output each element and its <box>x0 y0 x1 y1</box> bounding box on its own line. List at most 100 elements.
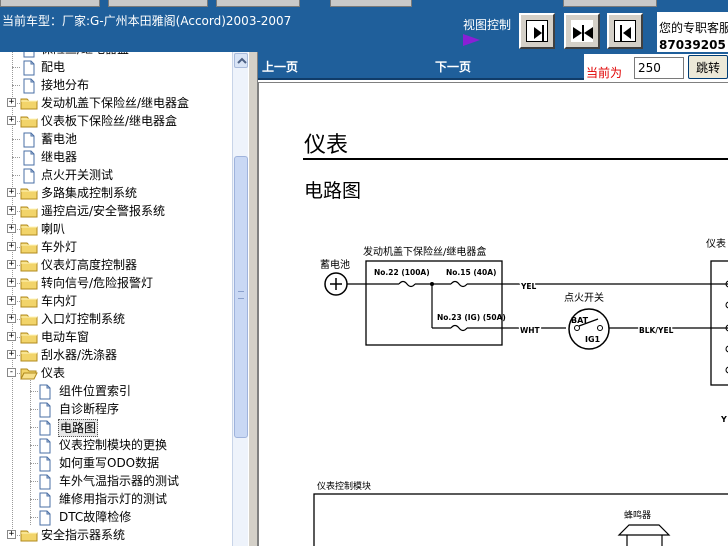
tree-item-label: 点火开关测试 <box>41 168 114 182</box>
expand-icon[interactable]: + <box>7 296 16 305</box>
document-view: 仪表 电路图 蓄电池 发动机盖下保险丝/继电器盒 No.22 (100A) No… <box>258 82 728 546</box>
ig1-terminal-label: IG1 <box>585 335 601 344</box>
tree-item-label: 继电器 <box>41 150 78 164</box>
pane-divider[interactable] <box>248 52 258 546</box>
tree-document-item[interactable]: 自诊断程序 <box>0 400 232 418</box>
tree-item-label: 仪表控制模块的更换 <box>59 438 168 452</box>
jump-button[interactable]: 跳转 <box>688 55 728 79</box>
expand-icon[interactable]: + <box>7 224 16 233</box>
current-page-label: 当前为 <box>586 66 623 80</box>
expand-icon[interactable]: + <box>7 314 16 323</box>
tree-guide-line <box>12 85 20 86</box>
fuse-box-label: 发动机盖下保险丝/继电器盒 <box>363 245 486 258</box>
split-view-button[interactable] <box>564 13 600 49</box>
scroll-thumb[interactable] <box>234 156 248 438</box>
tree-item-label: 车内灯 <box>41 294 78 308</box>
tree-folder-item[interactable]: + 发动机盖下保险丝/继电器盒 <box>0 94 232 112</box>
toolbar-tab-3[interactable] <box>216 0 300 7</box>
tree-folder-item[interactable]: + 喇叭 <box>0 220 232 238</box>
tree-document-item[interactable]: 維修用指示灯的测试 <box>0 490 232 508</box>
buzzer-label: 蜂鸣器 <box>624 509 651 521</box>
expand-icon[interactable]: + <box>7 350 16 359</box>
tree-document-item[interactable]: 点火开关测试 <box>0 166 232 184</box>
fuse-icon <box>450 280 468 288</box>
collapse-icon[interactable]: - <box>7 368 16 377</box>
tree-document-item[interactable]: 接地分布 <box>0 76 232 94</box>
scroll-up-button[interactable] <box>234 53 248 68</box>
toolbar-tab-1[interactable] <box>0 0 100 7</box>
tree-item-label: 遥控启远/安全警报系统 <box>41 204 166 218</box>
tree-item-label: 維修用指示灯的测试 <box>59 492 168 506</box>
toolbar-tab-4[interactable] <box>330 0 412 7</box>
tree-guide-line <box>12 139 20 140</box>
tree-folder-item[interactable]: + 电动车窗 <box>0 328 232 346</box>
collapse-right-button[interactable] <box>607 13 643 49</box>
expand-icon[interactable]: + <box>7 530 16 539</box>
tree-document-item[interactable]: 组件位置索引 <box>0 382 232 400</box>
tree-document-item[interactable]: 配电 <box>0 58 232 76</box>
arrow-right-icon <box>534 25 544 41</box>
tree-folder-item[interactable]: + 安全指示器系统 <box>0 526 232 544</box>
expand-icon[interactable]: + <box>7 188 16 197</box>
tree-folder-item[interactable]: + 刮水器/洗涤器 <box>0 346 232 364</box>
prev-page-link[interactable]: 上一页 <box>262 58 298 75</box>
expand-icon[interactable]: + <box>7 278 16 287</box>
arrow-left-icon <box>620 25 631 41</box>
tree-guide-line <box>30 463 38 464</box>
page-navbar: 上一页 下一页 当前为 跳转 <box>258 52 728 80</box>
expand-icon[interactable]: + <box>7 332 16 341</box>
tree-guide-line <box>12 67 20 68</box>
tree-item-label: 保险丝/继电器盒 <box>40 52 130 57</box>
collapse-left-button[interactable] <box>519 13 555 49</box>
tree-guide-line <box>30 481 38 482</box>
partial-label: Y <box>720 415 727 424</box>
wire-color-label: WHT <box>520 326 541 335</box>
expand-icon[interactable]: + <box>7 206 16 215</box>
expand-icon[interactable]: + <box>7 98 16 107</box>
tree-item-label: DTC故障检修 <box>59 510 132 524</box>
arrow-right-icon <box>463 34 480 46</box>
expand-icon[interactable]: + <box>7 242 16 251</box>
folder-icon <box>20 240 38 257</box>
tree-item-label: 安全指示器系统 <box>41 528 126 542</box>
tree-folder-item[interactable]: + 车外灯 <box>0 238 232 256</box>
instrument-box <box>710 260 728 386</box>
tree-folder-item[interactable]: + 遥控启远/安全警报系统 <box>0 202 232 220</box>
tree-document-item[interactable]: 电路图 <box>0 418 232 437</box>
tree-folder-item[interactable]: + 转向信号/危险报警灯 <box>0 274 232 292</box>
tree-document-item[interactable]: 车外气温指示器的测试 <box>0 472 232 490</box>
tree-folder-item[interactable]: - 仪表 <box>0 364 232 382</box>
tree-folder-item[interactable]: + 入口灯控制系统 <box>0 310 232 328</box>
next-page-link[interactable]: 下一页 <box>435 58 471 75</box>
tree-item-label: 蓄电池 <box>41 132 78 146</box>
tree-document-item[interactable]: 仪表控制模块的更换 <box>0 436 232 454</box>
ignition-switch-label: 点火开关 <box>564 291 604 304</box>
tree-folder-item[interactable]: + 仪表灯高度控制器 <box>0 256 232 274</box>
tree-scrollbar[interactable] <box>232 52 248 546</box>
tree-document-item[interactable]: 继电器 <box>0 148 232 166</box>
tree-document-item[interactable]: DTC故障检修 <box>0 508 232 526</box>
toolbar-tab-2[interactable] <box>108 0 208 7</box>
toolbar-tab-5[interactable] <box>563 0 657 7</box>
tree-folder-item[interactable]: + 车内灯 <box>0 292 232 310</box>
fuse-label: No.22 (100A) <box>374 268 430 277</box>
tree-item-label: 仪表 <box>41 366 66 380</box>
fuse-icon <box>450 324 468 332</box>
tree-item-label: 自诊断程序 <box>59 402 120 416</box>
contact-phone: 87039205 <box>659 38 726 52</box>
tree-item-label: 刮水器/洗涤器 <box>41 348 118 362</box>
tree-folder-item[interactable]: + 仪表板下保险丝/继电器盒 <box>0 112 232 130</box>
tree-document-item[interactable]: 蓄电池 <box>0 130 232 148</box>
page-number-input[interactable] <box>634 57 684 79</box>
tree-folder-item[interactable]: + 多路集成控制系统 <box>0 184 232 202</box>
tree-item-label: 配电 <box>41 60 66 74</box>
tree-item-label: 车外气温指示器的测试 <box>59 474 180 488</box>
tree-item-label: 接地分布 <box>41 78 90 92</box>
folder-icon <box>20 312 38 329</box>
folder-icon <box>20 348 38 365</box>
expand-icon[interactable]: + <box>7 260 16 269</box>
goto-page-box: 当前为 跳转 <box>584 54 728 80</box>
tree-document-item[interactable]: 如何重写ODO数据 <box>0 454 232 472</box>
contact-label: 您的专职客服 <box>659 21 728 35</box>
expand-icon[interactable]: + <box>7 116 16 125</box>
